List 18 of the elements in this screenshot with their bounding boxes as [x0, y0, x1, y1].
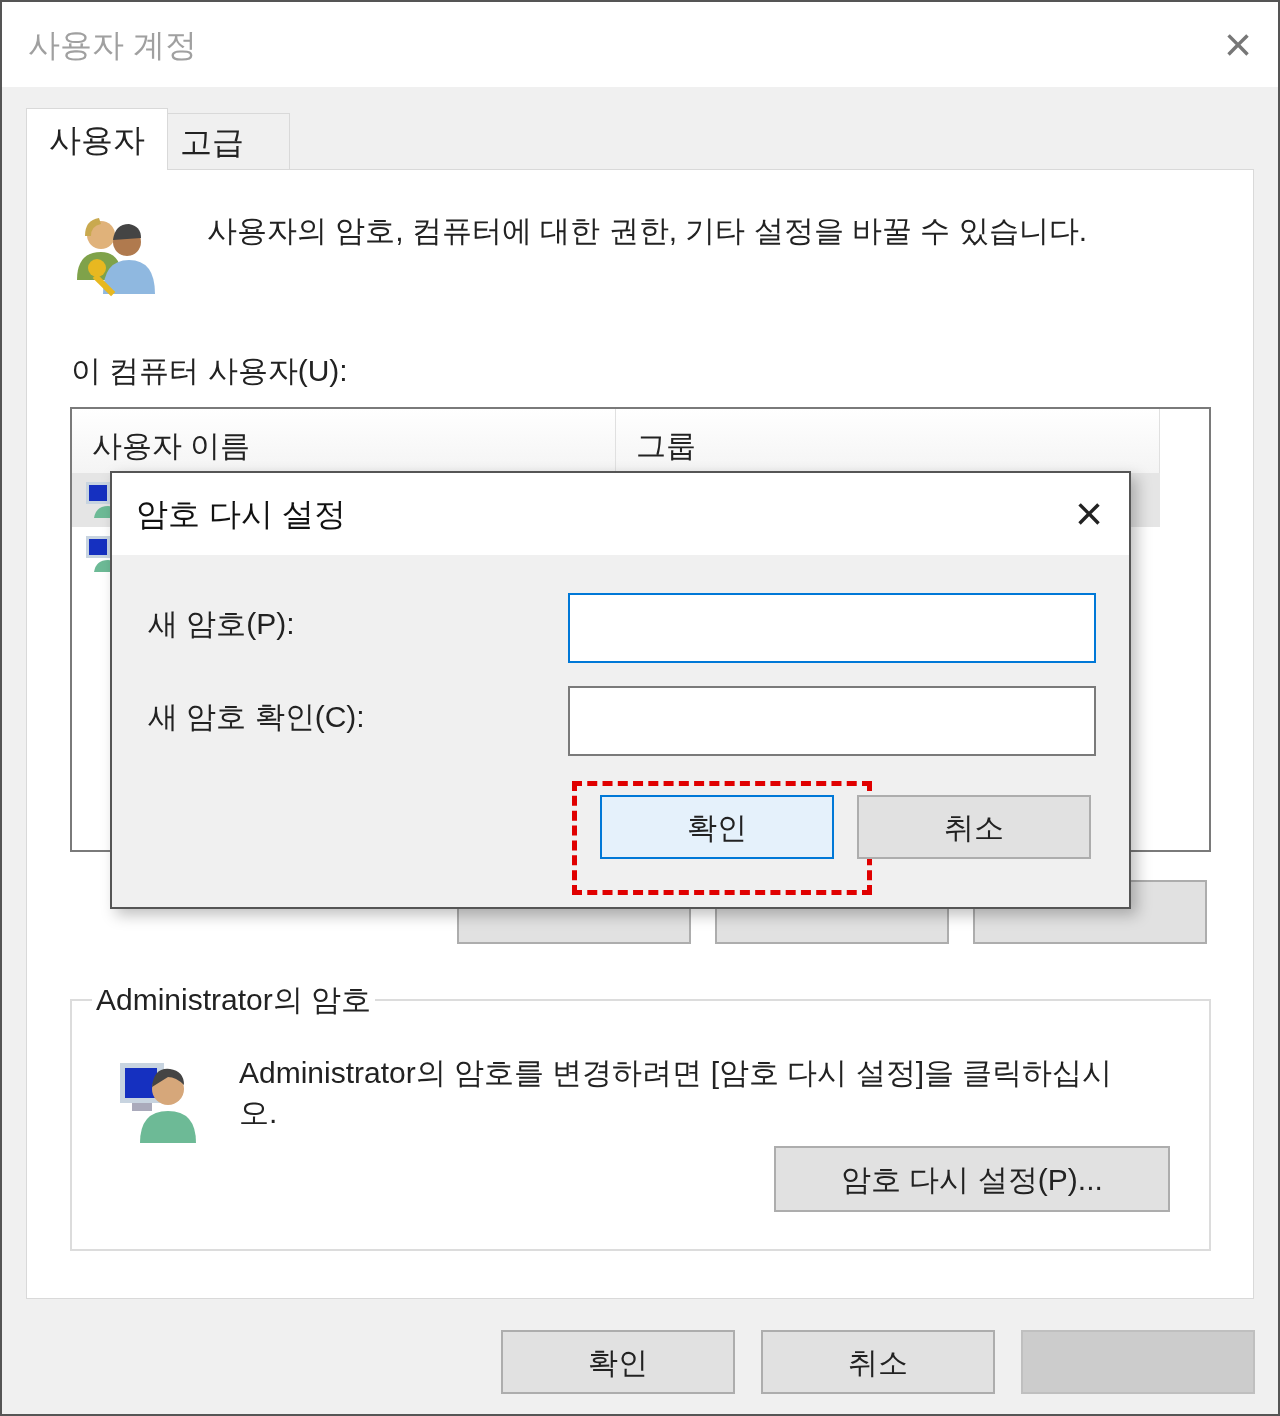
- reset-password-button[interactable]: 암호 다시 설정(P)...: [774, 1146, 1170, 1212]
- description-text: 사용자의 암호, 컴퓨터에 대한 권한, 기타 설정을 바꿀 수 있습니다.: [207, 213, 1088, 249]
- password-field[interactable]: [568, 686, 1096, 756]
- tab[interactable]: 고급: [168, 113, 290, 169]
- tab[interactable]: 사용자: [26, 108, 168, 170]
- close-button[interactable]: ×: [1223, 20, 1252, 69]
- dialog-button[interactable]: 확인: [600, 795, 834, 859]
- footer-button[interactable]: 취소: [761, 1330, 995, 1394]
- password-field[interactable]: [568, 593, 1096, 663]
- dialog-title: 암호 다시 설정: [136, 495, 346, 534]
- list-label: 이 컴퓨터 사용자(U):: [71, 353, 348, 389]
- field-label: 새 암호 확인(C):: [148, 699, 365, 735]
- dialog-button[interactable]: 취소: [857, 795, 1091, 859]
- admin-text: Administrator의 암호를 변경하려면 [암호 다시 설정]을 클릭하십시오.: [239, 1055, 1114, 1131]
- window-title: 사용자 계정: [28, 25, 197, 65]
- close-button[interactable]: ×: [1074, 490, 1103, 538]
- footer-button[interactable]: 확인: [501, 1330, 735, 1394]
- field-label: 새 암호(P):: [148, 606, 295, 642]
